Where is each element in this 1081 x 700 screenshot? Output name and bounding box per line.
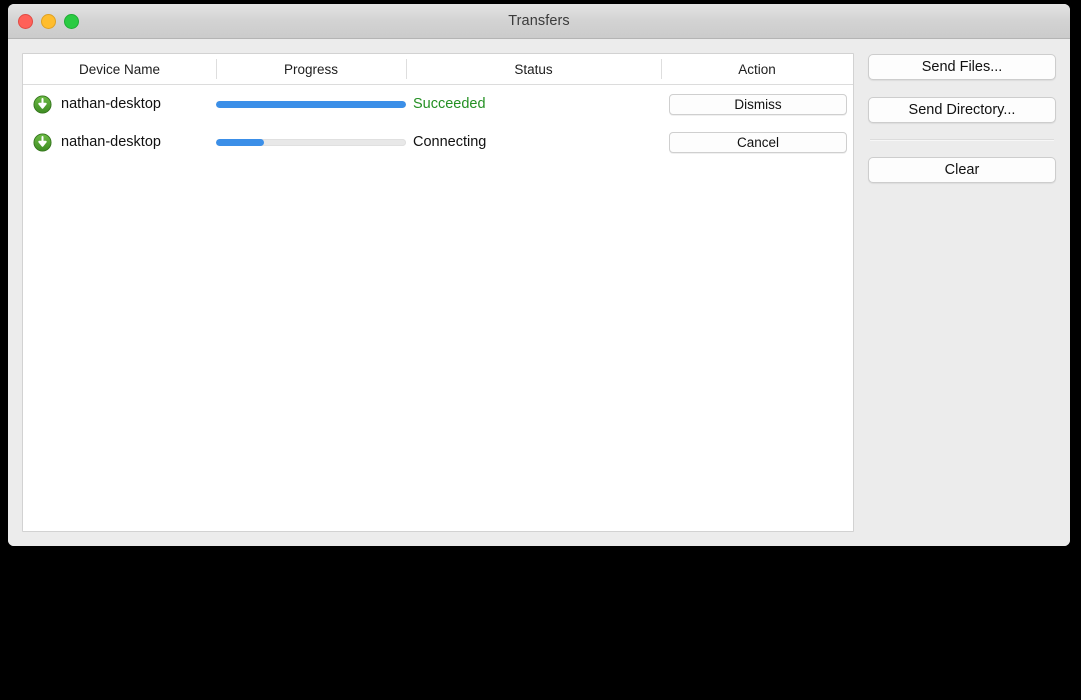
download-circle-icon [33,132,52,152]
cell-status: Succeeded [406,85,661,123]
cancel-button[interactable]: Cancel [669,131,847,153]
progress-bar-fill [216,138,264,146]
transfers-window: Transfers Device Name Progress Status Ac… [8,4,1070,546]
cell-action: Cancel [661,123,853,161]
minimize-window-button[interactable] [41,13,56,29]
device-name-label: nathan-desktop [61,96,161,112]
table-row[interactable]: nathan-desktop Connecting Cancel [23,123,853,161]
maximize-window-button[interactable] [64,13,79,29]
send-files-button[interactable]: Send Files... [868,54,1056,80]
cell-device-name: nathan-desktop [23,85,216,123]
send-directory-button[interactable]: Send Directory... [868,97,1056,123]
column-header-status[interactable]: Status [406,54,661,84]
progress-bar-fill [216,100,406,108]
column-header-progress[interactable]: Progress [216,54,406,84]
window-titlebar: Transfers [8,4,1070,39]
cell-progress [216,85,406,123]
cell-status: Connecting [406,123,661,161]
table-body: nathan-desktop Succeeded Dismiss nathan-… [23,85,853,531]
progress-bar [216,100,406,108]
clear-button[interactable]: Clear [868,157,1056,183]
close-window-button[interactable] [18,13,33,29]
download-circle-icon [33,94,52,114]
status-label: Succeeded [413,96,486,112]
screen: Transfers Device Name Progress Status Ac… [0,0,1081,700]
cell-action: Dismiss [661,85,853,123]
cell-device-name: nathan-desktop [23,123,216,161]
transfers-table: Device Name Progress Status Action natha… [22,53,854,532]
window-title: Transfers [508,13,570,29]
sidebar-divider [870,139,1054,141]
status-label: Connecting [413,134,487,150]
cell-progress [216,123,406,161]
actions-sidebar: Send Files... Send Directory... Clear [868,53,1056,532]
table-row[interactable]: nathan-desktop Succeeded Dismiss [23,85,853,123]
window-body: Device Name Progress Status Action natha… [8,39,1070,546]
column-header-action[interactable]: Action [661,54,853,84]
column-header-device-name[interactable]: Device Name [23,54,216,84]
progress-bar [216,138,406,146]
traffic-light-group [18,4,79,38]
table-header-row: Device Name Progress Status Action [23,54,853,85]
dismiss-button[interactable]: Dismiss [669,93,847,115]
device-name-label: nathan-desktop [61,134,161,150]
